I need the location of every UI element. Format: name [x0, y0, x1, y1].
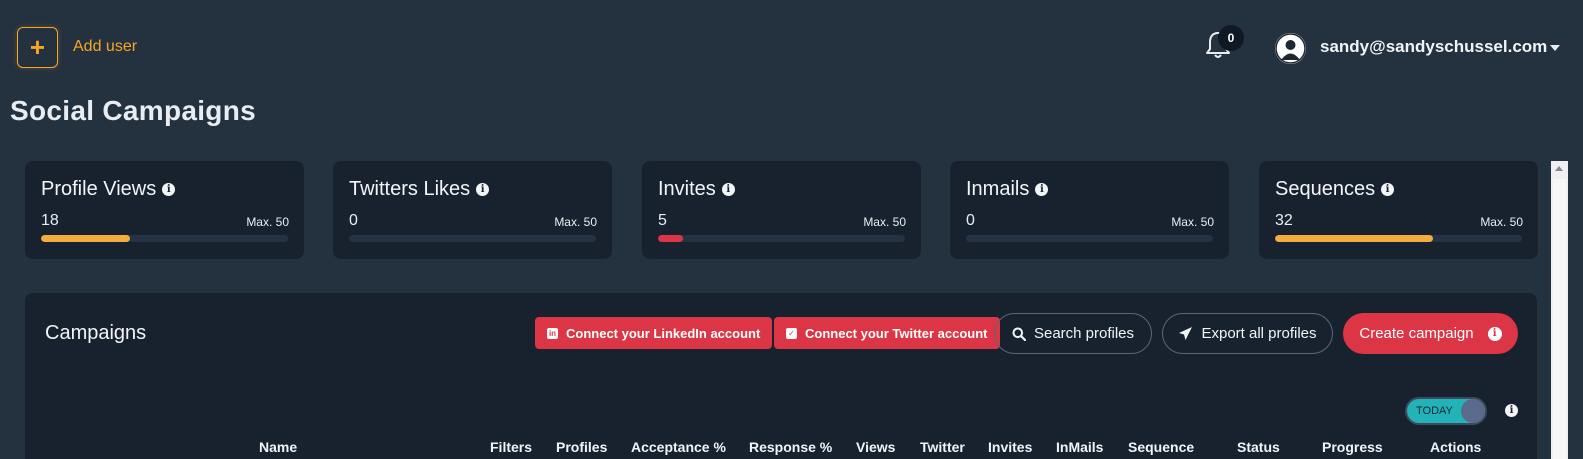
scrollbar-thumb[interactable] — [1553, 179, 1566, 459]
stat-progress-bar — [658, 235, 905, 242]
stat-card-twitter-likes: Twitters Likes i 0 Max. 50 — [333, 161, 612, 259]
today-toggle[interactable]: TODAY — [1405, 397, 1487, 425]
search-profiles-label: Search profiles — [1033, 325, 1135, 342]
stat-title: Inmails — [966, 178, 1030, 200]
notification-count-badge: 0 — [1218, 25, 1244, 51]
stat-card-profile-views: Profile Views i 18 Max. 50 — [25, 161, 304, 259]
user-email-menu[interactable]: sandy@sandyschussel.com — [1320, 37, 1547, 57]
twitter-icon: ✓ — [786, 327, 797, 339]
info-icon[interactable]: i — [476, 183, 490, 196]
add-user-label[interactable]: Add user — [73, 38, 137, 56]
linkedin-icon: in — [547, 327, 558, 339]
page-scrollbar[interactable] — [1551, 161, 1568, 459]
column-header-sequence[interactable]: Sequence — [1128, 439, 1194, 455]
column-header-profiles[interactable]: Profiles — [556, 439, 607, 455]
column-header-progress[interactable]: Progress — [1322, 439, 1383, 455]
chevron-down-icon[interactable] — [1550, 45, 1560, 51]
stat-max: Max. 50 — [1480, 215, 1523, 229]
avatar[interactable] — [1275, 33, 1306, 64]
stat-max: Max. 50 — [554, 215, 597, 229]
column-header-inmails[interactable]: InMails — [1056, 439, 1103, 455]
add-user-button[interactable]: + — [17, 27, 58, 68]
stat-card-inmails: Inmails i 0 Max. 50 — [950, 161, 1229, 259]
stat-progress-fill — [658, 235, 683, 242]
column-header-twitter[interactable]: Twitter — [920, 439, 965, 455]
page-title: Social Campaigns — [10, 95, 256, 126]
info-icon[interactable]: i — [1505, 404, 1518, 417]
stat-progress-fill — [1275, 235, 1434, 242]
paper-plane-icon — [1179, 327, 1193, 340]
column-header-status[interactable]: Status — [1237, 439, 1280, 455]
stat-card-sequences: Sequences i 32 Max. 50 — [1259, 161, 1538, 259]
stat-value: 0 — [349, 212, 358, 229]
info-icon[interactable]: i — [1035, 183, 1049, 196]
stat-card-invites: Invites i 5 Max. 50 — [642, 161, 921, 259]
toggle-knob — [1461, 399, 1485, 423]
info-icon[interactable]: i — [1381, 183, 1395, 196]
create-campaign-label: Create campaign — [1359, 325, 1474, 342]
create-campaign-button[interactable]: Create campaign i — [1343, 313, 1518, 354]
column-header-filters[interactable]: Filters — [490, 439, 532, 455]
info-icon[interactable]: i — [721, 183, 735, 196]
column-header-invites[interactable]: Invites — [988, 439, 1032, 455]
campaigns-panel: Campaigns in Connect your LinkedIn accou… — [25, 293, 1537, 459]
search-icon — [1012, 327, 1026, 341]
stat-value: 5 — [658, 212, 667, 229]
campaigns-title: Campaigns — [45, 322, 147, 344]
stat-progress-bar — [1275, 235, 1522, 242]
connect-linkedin-button[interactable]: in Connect your LinkedIn account — [535, 317, 773, 349]
stat-max: Max. 50 — [246, 215, 289, 229]
stat-value: 0 — [966, 212, 975, 229]
connect-twitter-button[interactable]: ✓ Connect your Twitter account — [774, 317, 1000, 349]
stat-progress-fill — [41, 235, 130, 242]
stat-value: 32 — [1275, 212, 1293, 229]
stat-max: Max. 50 — [1171, 215, 1214, 229]
stat-title: Profile Views — [41, 178, 157, 200]
stat-progress-bar — [966, 235, 1213, 242]
stat-progress-bar — [349, 235, 596, 242]
scroll-up-arrow-icon[interactable] — [1555, 166, 1563, 171]
stat-title: Sequences — [1275, 178, 1376, 200]
connect-linkedin-label: Connect your LinkedIn account — [566, 325, 761, 341]
toggle-label: TODAY — [1416, 405, 1453, 417]
info-icon[interactable]: i — [162, 183, 176, 196]
stat-title: Invites — [658, 178, 716, 200]
stat-max: Max. 50 — [863, 215, 906, 229]
column-header-views[interactable]: Views — [856, 439, 895, 455]
export-profiles-label: Export all profiles — [1201, 325, 1317, 342]
stat-value: 18 — [41, 212, 59, 229]
plus-icon: + — [29, 32, 46, 62]
user-avatar-icon — [1275, 33, 1306, 64]
export-profiles-button[interactable]: Export all profiles — [1162, 313, 1333, 354]
connect-twitter-label: Connect your Twitter account — [805, 325, 988, 341]
column-header-acceptance[interactable]: Acceptance % — [631, 439, 726, 455]
stat-progress-bar — [41, 235, 288, 242]
info-icon[interactable]: i — [1487, 326, 1502, 341]
search-profiles-button[interactable]: Search profiles — [994, 313, 1152, 354]
column-header-response[interactable]: Response % — [749, 439, 832, 455]
stat-title: Twitters Likes — [349, 178, 471, 200]
column-header-name[interactable]: Name — [259, 439, 297, 455]
column-header-actions[interactable]: Actions — [1430, 439, 1481, 455]
